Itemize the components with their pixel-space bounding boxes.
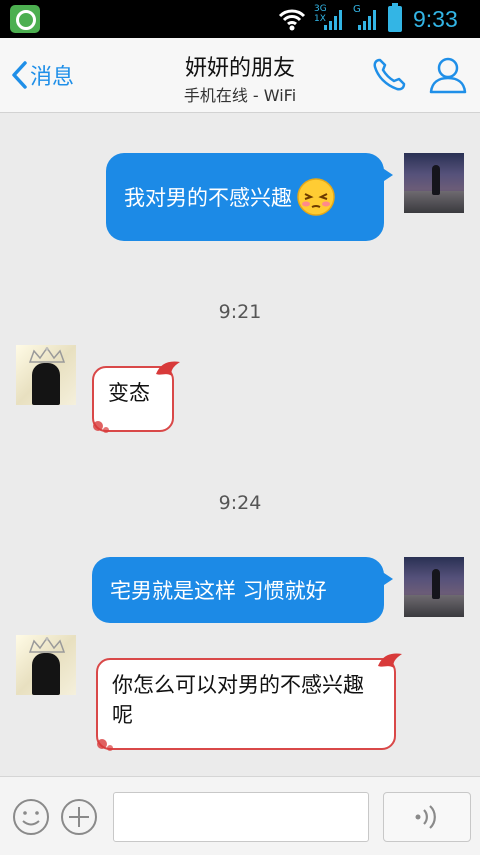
battery-icon <box>388 3 402 32</box>
message-bubble-outgoing[interactable]: 宅男就是这样 习惯就好 <box>92 557 393 623</box>
status-bar: 3G 1X G 9:33 <box>0 0 480 38</box>
voice-icon <box>415 805 436 829</box>
avatar[interactable] <box>404 153 464 213</box>
avatar[interactable] <box>16 635 76 695</box>
crown-icon <box>28 637 66 653</box>
flower-decoration-icon <box>378 653 402 668</box>
message-text: 我对男的不感兴趣 <box>124 186 292 210</box>
message-bubble-incoming[interactable]: 变态 <box>92 361 180 433</box>
voice-button[interactable] <box>383 792 471 842</box>
plus-icon[interactable] <box>60 798 98 836</box>
emoji-icon[interactable] <box>12 798 50 836</box>
signal-icon <box>324 10 342 30</box>
clock: 9:33 <box>413 6 458 32</box>
shy-face-icon <box>297 178 335 216</box>
phone-icon[interactable] <box>370 56 408 94</box>
flower-decoration-icon <box>97 739 113 751</box>
message-bubble-incoming[interactable]: 你怎么可以对男的不感兴趣呢 <box>96 653 402 751</box>
crown-icon <box>28 347 66 363</box>
chat-header: 消息 妍妍的朋友 手机在线 - WiFi <box>0 38 480 113</box>
wifi-icon <box>278 9 306 31</box>
profile-icon[interactable] <box>428 55 468 95</box>
timestamp: 9:24 <box>218 492 262 514</box>
message-list[interactable]: 我对男的不感兴趣 9:21 变态 9:24 宅男就是这样 习惯就好 你怎么可以对… <box>0 113 480 776</box>
message-input[interactable] <box>113 792 369 842</box>
message-bubble-outgoing[interactable]: 我对男的不感兴趣 <box>106 153 393 241</box>
app-icon <box>10 5 40 33</box>
input-bar <box>0 776 480 855</box>
timestamp: 9:21 <box>218 301 262 323</box>
flower-decoration-icon <box>93 421 109 433</box>
page-title: 妍妍的朋友 <box>184 56 295 81</box>
message-text: 变态 <box>108 381 150 405</box>
avatar[interactable] <box>16 345 76 405</box>
signal-icon <box>358 10 376 30</box>
flower-decoration-icon <box>156 361 180 376</box>
online-status: 手机在线 - WiFi <box>183 86 297 105</box>
message-text: 宅男就是这样 习惯就好 <box>110 579 327 603</box>
avatar[interactable] <box>404 557 464 617</box>
message-text: 你怎么可以对男的不感兴趣呢 <box>112 673 364 727</box>
